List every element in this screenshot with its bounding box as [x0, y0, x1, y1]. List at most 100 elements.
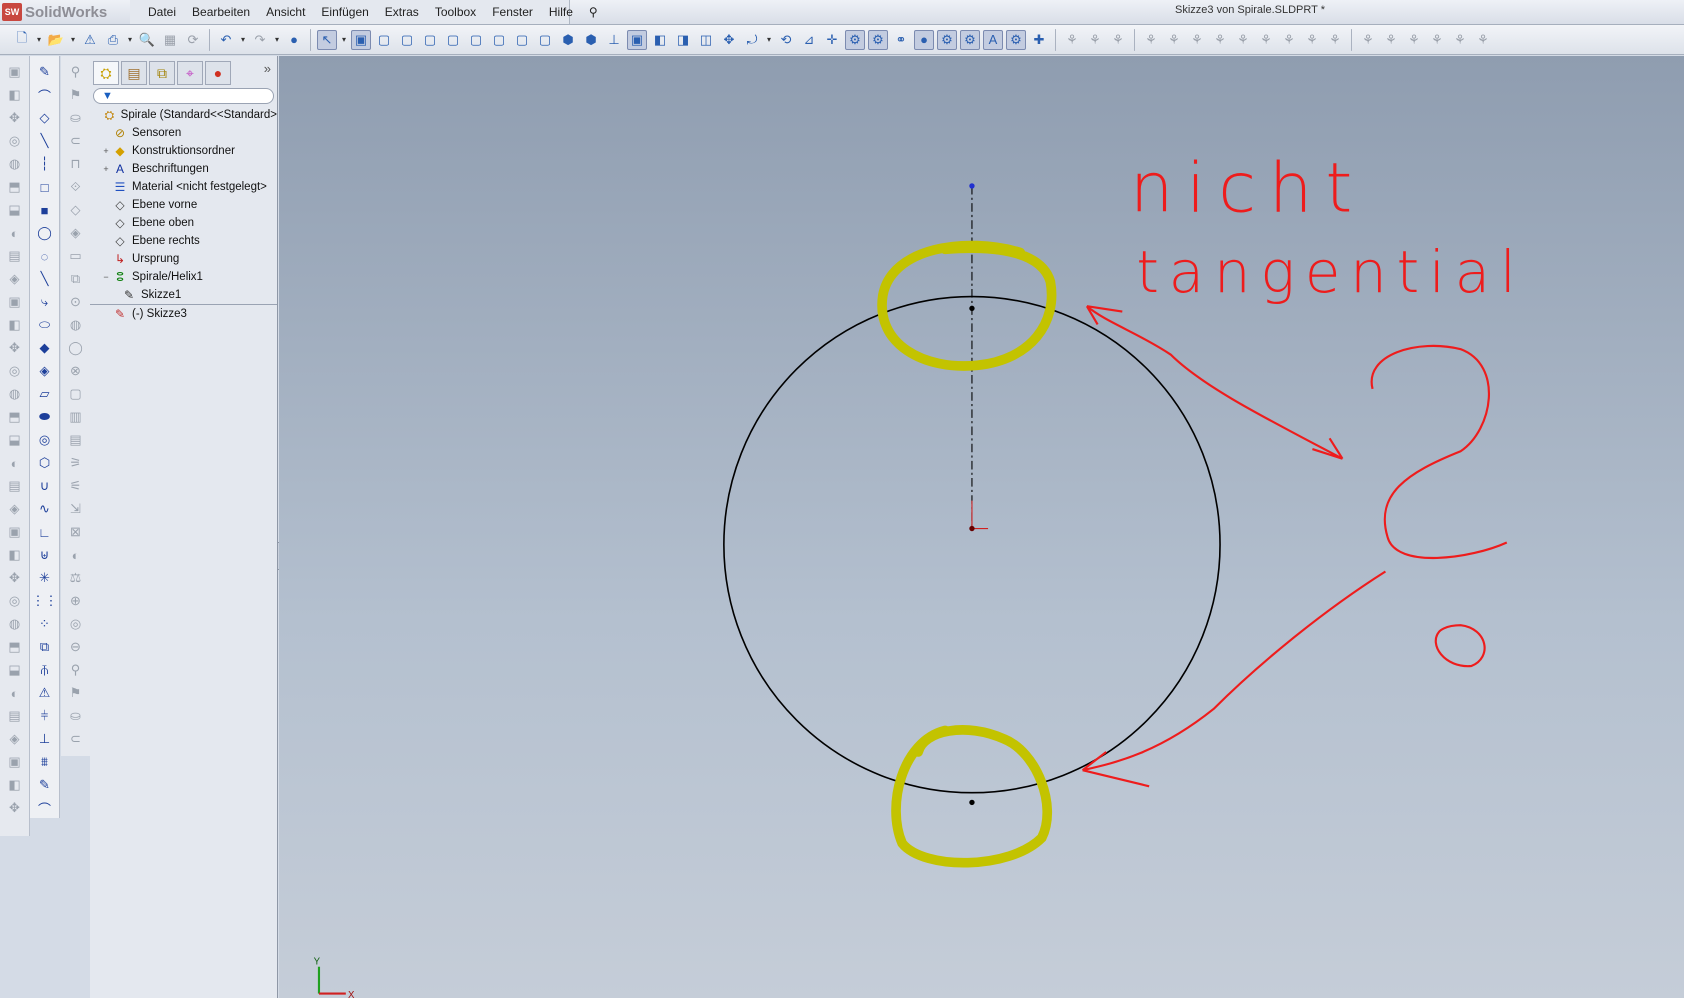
hide-show-icon[interactable]: ◨ — [673, 30, 693, 50]
dropdown-arrow-icon[interactable]: ▾ — [126, 30, 134, 50]
sketch-tool-6-icon[interactable]: □ — [36, 177, 54, 197]
sketch-tool-15-icon[interactable]: ▱ — [36, 384, 54, 404]
tree-filter-input[interactable]: ▼ — [93, 88, 274, 104]
feature-tool-31-icon[interactable]: ▣ — [6, 752, 24, 772]
sketch-tool-26-icon[interactable]: ⧉ — [36, 637, 54, 657]
appearance-tab-icon[interactable]: ● — [205, 61, 231, 85]
tool-23-icon[interactable]: ⚖ — [67, 568, 85, 588]
tool-8-icon[interactable]: ◈ — [67, 223, 85, 243]
feature-tool-2-icon[interactable]: ◧ — [6, 85, 24, 105]
feature-tool-13-icon[interactable]: ✥ — [6, 338, 24, 358]
print-icon[interactable]: ⎙ — [103, 30, 123, 50]
menu-fenster[interactable]: Fenster — [484, 5, 541, 19]
view-bottom-icon[interactable]: ▢ — [466, 30, 486, 50]
feature-tool-5-icon[interactable]: ◍ — [6, 154, 24, 174]
expand-toggle-icon[interactable]: + — [101, 146, 111, 156]
tree-node[interactable]: + ◆ Konstruktionsordner — [90, 142, 277, 160]
feature-tool-16-icon[interactable]: ⬒ — [6, 407, 24, 427]
f13-icon[interactable]: ⚘ — [1358, 30, 1378, 50]
pin-icon[interactable]: ⚲ — [581, 5, 606, 19]
tree-node[interactable]: ✎ Skizze1 — [90, 286, 277, 304]
f11-icon[interactable]: ⚘ — [1302, 30, 1322, 50]
sketch-tool-8-icon[interactable]: ◯ — [36, 223, 54, 243]
f8-icon[interactable]: ⚘ — [1233, 30, 1253, 50]
sketch-tool-1-icon[interactable]: ✎ — [36, 62, 54, 82]
view-left-icon[interactable]: ▢ — [397, 30, 417, 50]
tool-29-icon[interactable]: ⛀ — [67, 706, 85, 726]
new-document-icon[interactable]: 🗋 — [12, 30, 32, 50]
more-tabs-button[interactable]: » — [264, 61, 271, 86]
feature-tool-8-icon[interactable]: ◐ — [6, 223, 24, 243]
tree-node[interactable]: ◇ Ebene oben — [90, 214, 277, 232]
sketch-tool-17-icon[interactable]: ◎ — [36, 430, 54, 450]
tree-node[interactable]: ☰ Material <nicht festgelegt> — [90, 178, 277, 196]
smart-dim-icon[interactable]: ⚙ — [937, 29, 957, 50]
f10-icon[interactable]: ⚘ — [1279, 30, 1299, 50]
sketch-tool-13-icon[interactable]: ◆ — [36, 338, 54, 358]
feature-tool-27-icon[interactable]: ⬓ — [6, 660, 24, 680]
tree-node[interactable]: + A Beschriftungen — [90, 160, 277, 178]
zoom-fit-icon[interactable]: ◫ — [696, 30, 716, 50]
sketch-tool-21-icon[interactable]: ∟ — [36, 522, 54, 542]
add-rel-icon[interactable]: ✚ — [1029, 30, 1049, 50]
sketch-tool-18-icon[interactable]: ⬡ — [36, 453, 54, 473]
f9-icon[interactable]: ⚘ — [1256, 30, 1276, 50]
section-icon[interactable]: ▣ — [627, 29, 647, 50]
tree-node[interactable]: ✎ (-) Skizze3 — [90, 304, 277, 322]
dropdown-arrow-icon[interactable]: ▾ — [765, 30, 773, 50]
f3-icon[interactable]: ⚘ — [1108, 30, 1128, 50]
tool-25-icon[interactable]: ◎ — [67, 614, 85, 634]
options-icon[interactable]: ▦ — [160, 30, 180, 50]
tool-26-icon[interactable]: ⊖ — [67, 637, 85, 657]
feature-tool-24-icon[interactable]: ◎ — [6, 591, 24, 611]
feature-tool-11-icon[interactable]: ▣ — [6, 292, 24, 312]
menu-datei[interactable]: Datei — [140, 5, 184, 19]
feature-tool-4-icon[interactable]: ◎ — [6, 131, 24, 151]
sketch-tool-20-icon[interactable]: ∿ — [36, 499, 54, 519]
sketch-tool-23-icon[interactable]: ✳ — [36, 568, 54, 588]
tool-11-icon[interactable]: ⊙ — [67, 292, 85, 312]
dropdown-arrow-icon[interactable]: ▾ — [35, 30, 43, 50]
f5-icon[interactable]: ⚘ — [1164, 30, 1184, 50]
sketch-tool-9-icon[interactable]: ◌ — [36, 246, 54, 266]
feature-tool-15-icon[interactable]: ◍ — [6, 384, 24, 404]
feature-tool-21-icon[interactable]: ▣ — [6, 522, 24, 542]
feature-tool-26-icon[interactable]: ⬒ — [6, 637, 24, 657]
feature-tool-25-icon[interactable]: ◍ — [6, 614, 24, 634]
view-iso-icon[interactable]: ▢ — [489, 30, 509, 50]
feature-tool-12-icon[interactable]: ◧ — [6, 315, 24, 335]
tool-20-icon[interactable]: ⇲ — [67, 499, 85, 519]
sketch-tool-29-icon[interactable]: ⫩ — [36, 706, 54, 726]
f16-icon[interactable]: ⚘ — [1427, 30, 1447, 50]
tool-17-icon[interactable]: ▤ — [67, 430, 85, 450]
tool-21-icon[interactable]: ⊠ — [67, 522, 85, 542]
tool-6-icon[interactable]: ⟐ — [67, 177, 85, 197]
feature-tool-9-icon[interactable]: ▤ — [6, 246, 24, 266]
tool-15-icon[interactable]: ▢ — [67, 384, 85, 404]
dropdown-arrow-icon[interactable]: ▾ — [340, 30, 348, 50]
tool-28-icon[interactable]: ⚑ — [67, 683, 85, 703]
sketch-tool-28-icon[interactable]: ⚠ — [36, 683, 54, 703]
tool-24-icon[interactable]: ⊕ — [67, 591, 85, 611]
configurationmanager-tab-icon[interactable]: ⧉ — [149, 61, 175, 85]
view-right-icon[interactable]: ▢ — [420, 30, 440, 50]
view-dimetric-icon[interactable]: ▢ — [535, 30, 555, 50]
redo-icon[interactable]: ↷ — [250, 30, 270, 50]
file-properties-icon[interactable]: ⚠ — [80, 30, 100, 50]
feature-tool-19-icon[interactable]: ▤ — [6, 476, 24, 496]
feature-tool-30-icon[interactable]: ◈ — [6, 729, 24, 749]
propertymanager-tab-icon[interactable]: ▤ — [121, 61, 147, 85]
tool-13-icon[interactable]: ◯ — [67, 338, 85, 358]
tool-18-icon[interactable]: ⚞ — [67, 453, 85, 473]
shaded-edges-icon[interactable]: ⬢ — [581, 30, 601, 50]
pan-icon[interactable]: ✥ — [719, 30, 739, 50]
f4-icon[interactable]: ⚘ — [1141, 30, 1161, 50]
sketch-tool-4-icon[interactable]: ╲ — [36, 131, 54, 151]
feature-tool-10-icon[interactable]: ◈ — [6, 269, 24, 289]
feature-tool-3-icon[interactable]: ✥ — [6, 108, 24, 128]
tool-27-icon[interactable]: ⚲ — [67, 660, 85, 680]
solidworks-logo[interactable]: SW SolidWorks — [2, 2, 128, 22]
tree-node[interactable]: ◇ Ebene rechts — [90, 232, 277, 250]
feature-tool-32-icon[interactable]: ◧ — [6, 775, 24, 795]
f14-icon[interactable]: ⚘ — [1381, 30, 1401, 50]
